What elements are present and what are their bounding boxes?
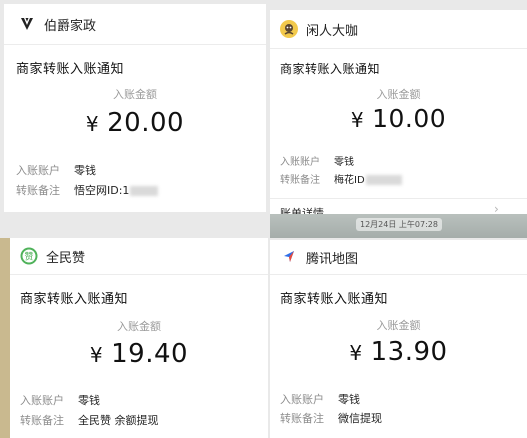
remark-text: 梅花ID (334, 175, 365, 186)
chevron-right-icon: › (494, 202, 499, 214)
bill-detail-link[interactable]: 账单详情 (280, 205, 324, 214)
card-header: 闲人大咖 (270, 10, 527, 49)
remark-row: 转账备注 悟空网ID:1 (16, 182, 159, 198)
amount-label: 入账金额 (376, 319, 421, 332)
avatar-icon (280, 20, 298, 38)
amount-value: ¥19.40 (10, 339, 268, 369)
notice-title: 商家转账入账通知 (280, 292, 389, 307)
account-label: 入账账户 (280, 157, 320, 168)
account-row: 入账账户 零钱 (16, 162, 96, 178)
redaction-blur (130, 186, 159, 196)
map-pin-icon (280, 248, 298, 266)
currency-symbol: ¥ (349, 341, 363, 365)
currency-symbol: ¥ (89, 343, 104, 367)
notice-title: 商家转账入账通知 (20, 292, 129, 307)
app-name: 伯爵家政 (44, 18, 97, 34)
svg-text:赞: 赞 (24, 250, 33, 262)
amount-label: 入账金额 (376, 88, 421, 101)
notice-card-quanminzan[interactable]: 赞 全民赞 商家转账入账通知 入账金额 ¥19.40 入账账户 零钱 转账备注 … (10, 238, 268, 438)
card-header: 赞 全民赞 (10, 238, 268, 275)
notice-title: 商家转账入账通知 (16, 62, 125, 77)
card-divider (270, 198, 527, 199)
account-value: 零钱 (338, 393, 360, 406)
notice-card-tencent-map[interactable]: 腾讯地图 商家转账入账通知 入账金额 ¥13.90 入账账户 零钱 转账备注 微… (270, 240, 527, 438)
remark-value: 悟空网ID:1 (74, 182, 159, 198)
account-row: 入账账户 零钱 (20, 392, 100, 408)
notice-title: 商家转账入账通知 (280, 62, 381, 76)
account-row: 入账账户 零钱 (280, 391, 360, 407)
card-header: 伯爵家政 (4, 4, 266, 45)
remark-text: 悟空网ID:1 (74, 184, 130, 197)
account-row: 入账账户 零钱 (280, 153, 354, 168)
currency-symbol: ¥ (85, 112, 100, 136)
remark-row: 转账备注 全民赞 余额提现 (20, 412, 159, 428)
amount-number: 19.40 (111, 339, 189, 369)
zan-icon: 赞 (20, 247, 38, 265)
amount-label: 入账金额 (117, 320, 161, 333)
account-label: 入账账户 (280, 393, 324, 406)
account-value: 零钱 (74, 164, 96, 177)
card-header: 腾讯地图 (270, 240, 527, 275)
amount-number: 20.00 (107, 108, 185, 138)
app-name: 闲人大咖 (306, 23, 359, 39)
amount-value: ¥20.00 (4, 108, 266, 138)
amount-label: 入账金额 (113, 88, 157, 101)
chat-timestamp: 12月24日 上午07:28 (356, 218, 442, 231)
amount-value: ¥13.90 (270, 337, 527, 367)
redaction-blur (365, 175, 402, 185)
account-value: 零钱 (334, 157, 354, 168)
remark-label: 转账备注 (280, 412, 324, 425)
remark-value: 梅花ID (334, 171, 402, 186)
currency-symbol: ¥ (350, 108, 365, 132)
remark-row: 转账备注 微信提现 (280, 410, 382, 426)
remark-row: 转账备注 梅花ID (280, 171, 402, 186)
amount-number: 10.00 (372, 104, 447, 133)
amount-number: 13.90 (370, 337, 448, 367)
notice-card-bojue[interactable]: 伯爵家政 商家转账入账通知 入账金额 ¥20.00 入账账户 零钱 转账备注 悟… (4, 4, 266, 212)
left-edge-strip (0, 238, 10, 438)
remark-value: 微信提现 (338, 412, 382, 425)
amount-value: ¥10.00 (270, 104, 527, 133)
app-name: 腾讯地图 (306, 251, 359, 267)
remark-value: 全民赞 余额提现 (78, 414, 159, 427)
remark-label: 转账备注 (280, 175, 320, 186)
notice-card-xianren[interactable]: 闲人大咖 商家转账入账通知 入账金额 ¥10.00 入账账户 零钱 转账备注 梅… (270, 10, 527, 214)
account-label: 入账账户 (20, 394, 64, 407)
account-value: 零钱 (78, 394, 100, 407)
remark-label: 转账备注 (16, 184, 60, 197)
v-shield-icon (18, 15, 36, 33)
account-label: 入账账户 (16, 164, 60, 177)
app-name: 全民赞 (46, 250, 86, 266)
remark-label: 转账备注 (20, 414, 64, 427)
